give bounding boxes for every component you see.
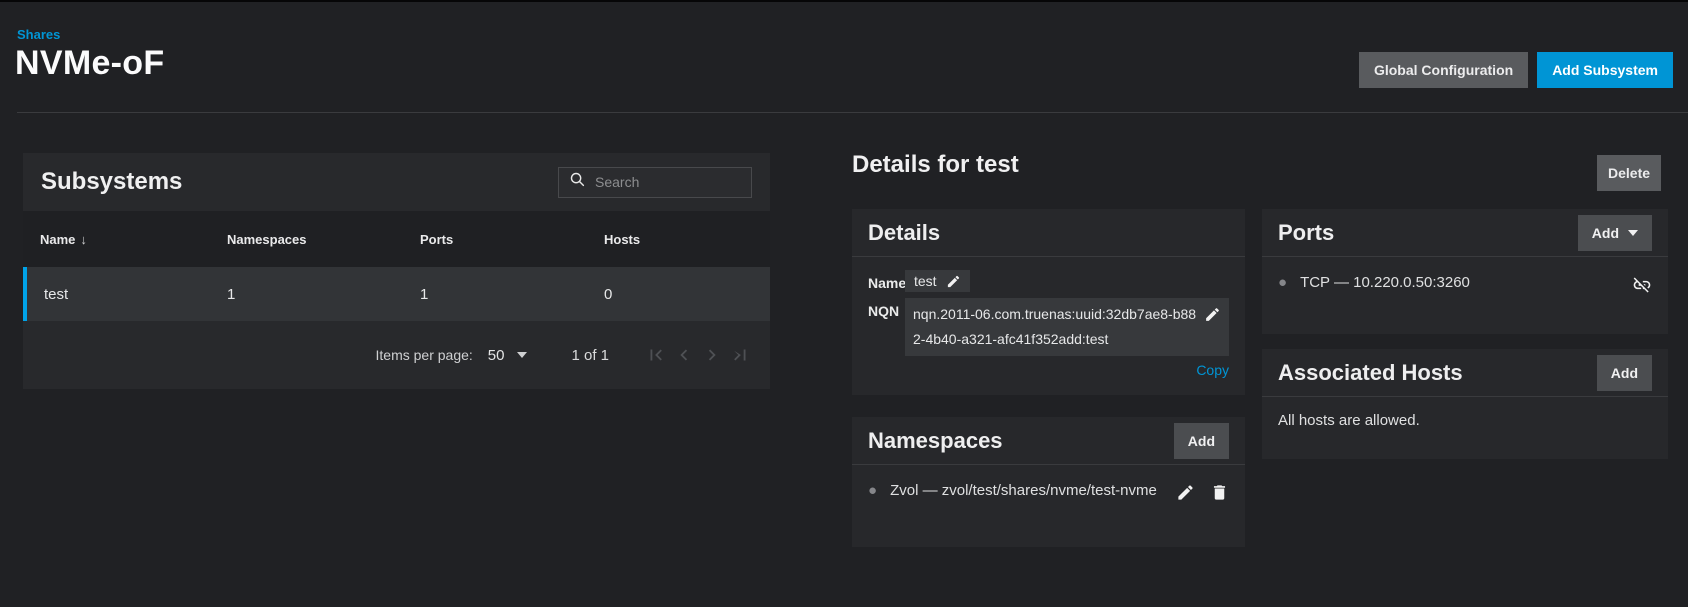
edit-namespace-icon[interactable] [1176, 483, 1195, 502]
nqn-label: NQN [868, 298, 905, 319]
header-actions: Global Configuration Add Subsystem [1359, 52, 1673, 88]
name-value-chip: test [905, 270, 970, 292]
copy-nqn-link[interactable]: Copy [868, 362, 1229, 378]
nqn-value: nqn.2011-06.com.truenas:uuid:32db7ae8-b8… [913, 302, 1198, 352]
nvme-of-page: Shares NVMe-oF Global Configuration Add … [0, 0, 1688, 607]
ports-card-header: Ports Add [1262, 209, 1668, 257]
add-namespace-button[interactable]: Add [1174, 423, 1229, 459]
bullet-icon: ● [1278, 270, 1287, 295]
hosts-card-title: Associated Hosts [1278, 360, 1463, 386]
port-item-actions [1632, 270, 1652, 295]
search-input[interactable] [595, 174, 741, 190]
ports-card: Ports Add ● TCP — 10.220.0.50:3260 [1262, 209, 1668, 334]
ports-card-title: Ports [1278, 220, 1334, 246]
add-host-button[interactable]: Add [1597, 355, 1652, 391]
breadcrumb-shares[interactable]: Shares [17, 27, 60, 42]
subsystems-panel: Subsystems Name ↓ Namespaces Ports Hosts [23, 153, 770, 389]
paginator: Items per page: 50 1 of 1 [23, 321, 770, 389]
previous-page-icon[interactable] [671, 343, 696, 368]
edit-nqn-icon[interactable] [1204, 302, 1221, 323]
items-per-page-caret-icon[interactable] [517, 352, 527, 358]
nqn-value-chip: nqn.2011-06.com.truenas:uuid:32db7ae8-b8… [905, 298, 1229, 356]
name-value: test [914, 273, 937, 289]
sort-descending-icon: ↓ [80, 232, 87, 247]
column-header-name[interactable]: Name ↓ [23, 232, 210, 247]
items-per-page-label: Items per page: [376, 347, 473, 363]
first-page-icon[interactable] [643, 343, 668, 368]
pager-controls [643, 343, 752, 368]
edit-name-icon[interactable] [946, 274, 961, 289]
cell-name: test [27, 286, 210, 303]
subsystems-table-header: Name ↓ Namespaces Ports Hosts [23, 211, 770, 267]
table-row-test[interactable]: test 1 1 0 [23, 267, 770, 321]
cell-ports: 1 [403, 286, 587, 303]
details-heading: Details for test [852, 151, 1019, 179]
column-header-namespaces[interactable]: Namespaces [210, 232, 403, 247]
add-subsystem-button[interactable]: Add Subsystem [1537, 52, 1673, 88]
bullet-icon: ● [868, 478, 877, 503]
details-card-body: Name test NQN nqn.2011-06.com.truenas:uu… [852, 257, 1245, 378]
associated-hosts-card: Associated Hosts Add All hosts are allow… [1262, 349, 1668, 459]
delete-namespace-icon[interactable] [1210, 483, 1229, 502]
nqn-field-row: NQN nqn.2011-06.com.truenas:uuid:32db7ae… [868, 298, 1229, 356]
details-card-title: Details [868, 220, 940, 246]
header-divider [17, 112, 1688, 113]
cell-namespaces: 1 [210, 286, 403, 303]
next-page-icon[interactable] [699, 343, 724, 368]
details-card: Details Name test NQN nqn.2011-06.com.tr… [852, 209, 1245, 395]
add-port-button[interactable]: Add [1578, 215, 1652, 251]
subsystems-title: Subsystems [41, 168, 182, 196]
port-item-label: TCP — 10.220.0.50:3260 [1300, 270, 1632, 295]
name-field-row: Name test [868, 270, 1229, 292]
namespace-item-label: Zvol — zvol/test/shares/nvme/test-nvme [890, 478, 1176, 503]
hosts-empty-message: All hosts are allowed. [1262, 397, 1668, 444]
namespaces-card-title: Namespaces [868, 428, 1003, 454]
name-label: Name [868, 270, 905, 291]
search-icon [569, 171, 586, 193]
items-per-page-select[interactable]: 50 [488, 347, 505, 364]
column-header-ports[interactable]: Ports [403, 232, 587, 247]
hosts-card-header: Associated Hosts Add [1262, 349, 1668, 397]
column-header-hosts[interactable]: Hosts [587, 232, 770, 247]
cell-hosts: 0 [587, 286, 770, 303]
subsystems-titlebar: Subsystems [23, 153, 770, 211]
search-box[interactable] [558, 167, 752, 198]
delete-button[interactable]: Delete [1597, 155, 1661, 191]
namespace-list-item: ● Zvol — zvol/test/shares/nvme/test-nvme [852, 465, 1245, 516]
namespace-item-actions [1176, 478, 1229, 502]
namespaces-card-header: Namespaces Add [852, 417, 1245, 465]
details-card-header: Details [852, 209, 1245, 257]
add-port-caret-icon [1628, 230, 1638, 236]
unlink-port-icon[interactable] [1632, 275, 1652, 295]
last-page-icon[interactable] [727, 343, 752, 368]
page-range-label: 1 of 1 [571, 347, 609, 364]
port-list-item: ● TCP — 10.220.0.50:3260 [1262, 257, 1668, 308]
page-title: NVMe-oF [15, 44, 164, 83]
namespaces-card: Namespaces Add ● Zvol — zvol/test/shares… [852, 417, 1245, 547]
global-configuration-button[interactable]: Global Configuration [1359, 52, 1528, 88]
